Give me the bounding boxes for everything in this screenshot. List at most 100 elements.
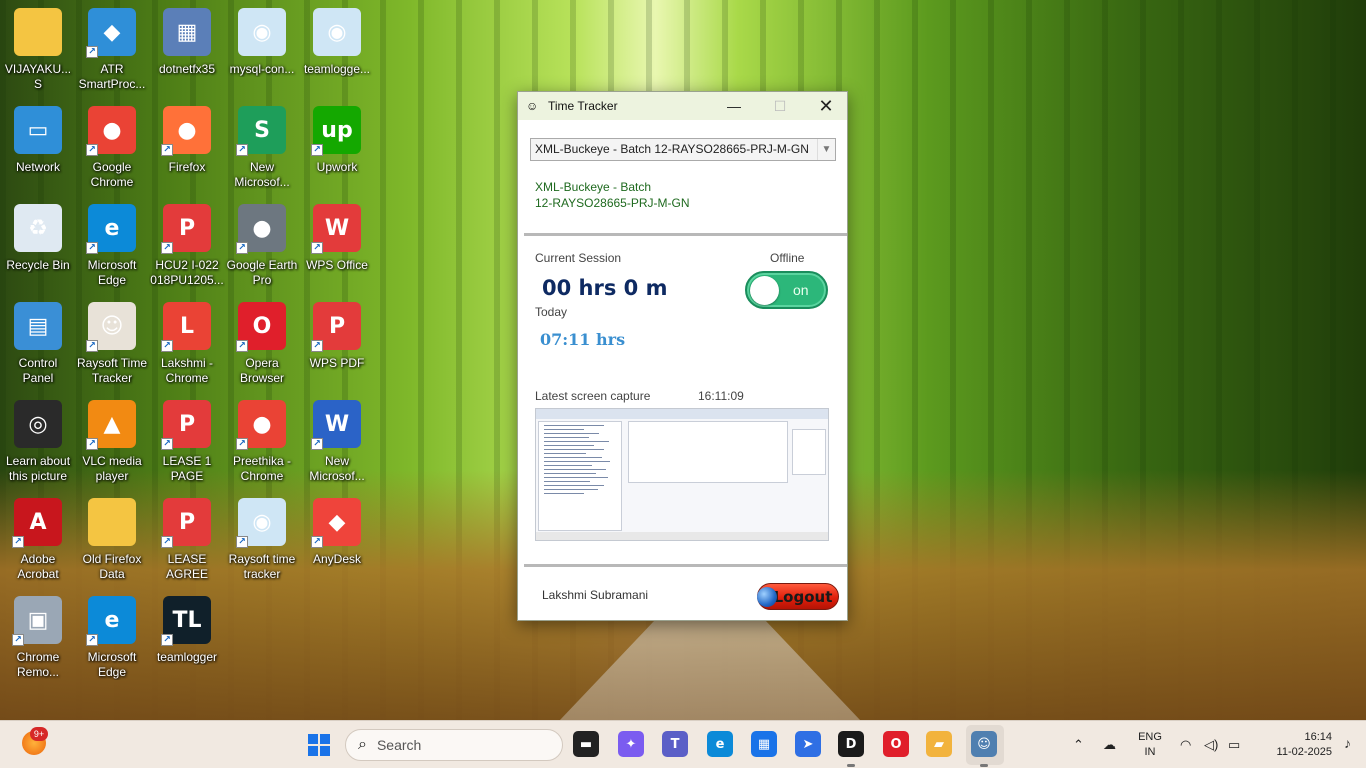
desktop-app-icon: TL ↗ [161, 596, 211, 646]
app-glyph-icon: ♻ [28, 215, 48, 241]
desktop-icon[interactable]: ♻ Recycle Bin [0, 204, 76, 300]
capture-time: 16:11:09 [698, 389, 744, 403]
desktop-icon[interactable]: ◆ ↗ AnyDesk [299, 498, 375, 594]
desktop-icon[interactable]: ▲ ↗ VLC media player [74, 400, 150, 496]
taskbar-file-explorer-icon[interactable]: ▰ [926, 731, 952, 757]
app-glyph-icon: ● [102, 117, 122, 143]
taskbar-opera-icon[interactable]: O [883, 731, 909, 757]
app-glyph-icon: ● [252, 215, 272, 241]
desktop-icon[interactable]: A ↗ Adobe Acrobat [0, 498, 76, 594]
desktop-icon-label: mysql-con... [229, 62, 295, 76]
today-time: 07:11 hrs [540, 330, 626, 349]
chevron-down-icon[interactable]: ▼ [817, 139, 835, 160]
shortcut-arrow-icon: ↗ [86, 438, 98, 450]
shortcut-arrow-icon: ↗ [161, 144, 173, 156]
desktop-app-icon: P ↗ [161, 204, 211, 254]
shortcut-arrow-icon: ↗ [311, 144, 323, 156]
desktop-app-icon: P ↗ [311, 302, 361, 352]
window-titlebar[interactable]: ☺ Time Tracker — ☐ ✕ [518, 92, 847, 120]
desktop-icon[interactable]: VIJAYAKU... S [0, 8, 76, 104]
desktop-icon[interactable]: O ↗ Opera Browser [224, 302, 300, 398]
desktop-icon-label: AnyDesk [312, 552, 362, 566]
notification-bell-icon[interactable]: ♪ [1344, 735, 1351, 751]
shortcut-arrow-icon: ↗ [161, 438, 173, 450]
desktop-icon[interactable]: ◉ mysql-con... [224, 8, 300, 104]
desktop-app-icon: ▣ ↗ [12, 596, 62, 646]
desktop-icon[interactable]: ▣ ↗ Chrome Remo... [0, 596, 76, 692]
desktop-icon[interactable]: ▭ Network [0, 106, 76, 202]
taskbar-task-view-icon[interactable]: ▬ [573, 731, 599, 757]
clock[interactable]: 16:14 11-02-2025 [1254, 730, 1332, 760]
desktop-icon[interactable]: ● ↗ Google Earth Pro [224, 204, 300, 300]
desktop-app-icon: ♻ [14, 204, 62, 252]
desktop-icon[interactable]: ◉ teamlogge... [299, 8, 375, 104]
desktop-icon[interactable]: ◉ ↗ Raysoft time tracker [224, 498, 300, 594]
app-glyph-icon: TL [172, 607, 202, 633]
desktop-icon[interactable]: e ↗ Microsoft Edge [74, 596, 150, 692]
desktop-icon[interactable]: S ↗ New Microsof... [224, 106, 300, 202]
shortcut-arrow-icon: ↗ [236, 536, 248, 548]
shortcut-arrow-icon: ↗ [86, 340, 98, 352]
app-glyph-icon: ◆ [103, 19, 121, 45]
thumbnail-side-panel [792, 429, 826, 475]
desktop-icon-label: VIJAYAKU... S [4, 62, 72, 91]
desktop-icon[interactable]: ● ↗ Preethika - Chrome [224, 400, 300, 496]
app-glyph-icon: W [324, 411, 350, 437]
tracking-toggle[interactable]: on [745, 271, 828, 309]
desktop-icon[interactable]: up ↗ Upwork [299, 106, 375, 202]
project-dropdown-value: XML-Buckeye - Batch 12-RAYSO28665-PRJ-M-… [535, 142, 809, 156]
clock-date: 11-02-2025 [1276, 746, 1332, 758]
wifi-icon[interactable]: ◠ [1180, 737, 1191, 753]
desktop-icon[interactable]: P ↗ LEASE 1 PAGE [149, 400, 225, 496]
shortcut-arrow-icon: ↗ [236, 144, 248, 156]
app-glyph-icon: ◆ [328, 509, 346, 535]
shortcut-arrow-icon: ↗ [86, 242, 98, 254]
desktop-app-icon: ● ↗ [161, 106, 211, 156]
toggle-state-label: on [793, 282, 809, 298]
desktop-app-icon: P ↗ [161, 498, 211, 548]
taskbar-store-icon[interactable]: ▦ [751, 731, 777, 757]
language-indicator[interactable]: ENG IN [1136, 730, 1164, 760]
onedrive-sync-icon[interactable]: ☁ [1103, 737, 1116, 753]
running-indicator [980, 764, 988, 767]
desktop-icon[interactable]: ▦ dotnetfx35 [149, 8, 225, 104]
desktop-icon[interactable]: ◎ Learn about this picture [0, 400, 76, 496]
taskbar-copilot-icon[interactable]: ✦ [618, 731, 644, 757]
desktop-icon[interactable]: P ↗ WPS PDF [299, 302, 375, 398]
show-hidden-icons-chevron-icon[interactable]: ⌃ [1073, 737, 1084, 753]
battery-icon[interactable]: ▭ [1228, 737, 1240, 753]
desktop-icon[interactable]: ◆ ↗ ATR SmartProc... [74, 8, 150, 104]
app-glyph-icon: P [178, 411, 196, 437]
desktop-icon[interactable]: ▤ Control Panel [0, 302, 76, 398]
desktop-icon[interactable]: ● ↗ Firefox [149, 106, 225, 202]
screen-capture-thumbnail[interactable] [535, 408, 829, 541]
desktop-icon[interactable]: e ↗ Microsoft Edge [74, 204, 150, 300]
desktop-icon[interactable]: W ↗ New Microsof... [299, 400, 375, 496]
desktop-icon[interactable]: P ↗ HCU2 I-022 018PU1205... [149, 204, 225, 300]
desktop-icon[interactable]: P ↗ LEASE AGREE [149, 498, 225, 594]
shortcut-arrow-icon: ↗ [86, 46, 98, 58]
logout-button[interactable]: Logout [757, 583, 839, 610]
taskbar-teams-icon[interactable]: T [662, 731, 688, 757]
start-button[interactable] [308, 734, 330, 756]
clock-time: 16:14 [1304, 731, 1332, 743]
desktop-icon[interactable]: L ↗ Lakshmi - Chrome [149, 302, 225, 398]
desktop-icon[interactable]: W ↗ WPS Office [299, 204, 375, 300]
desktop-icon[interactable]: Old Firefox Data [74, 498, 150, 594]
project-dropdown[interactable]: XML-Buckeye - Batch 12-RAYSO28665-PRJ-M-… [530, 138, 836, 161]
taskbar-search-box[interactable]: ⌕ Search [345, 729, 563, 761]
maximize-button[interactable]: ☐ [757, 92, 803, 120]
desktop-icon[interactable]: ☺ ↗ Raysoft Time Tracker [74, 302, 150, 398]
close-button[interactable]: ✕ [803, 92, 849, 120]
app-glyph-icon: A [29, 509, 47, 535]
desktop-icon[interactable]: ● ↗ Google Chrome [74, 106, 150, 202]
volume-icon[interactable]: ◁) [1204, 737, 1218, 753]
taskbar-dell-icon[interactable]: D [838, 731, 864, 757]
taskbar-time-tracker-icon[interactable]: ☺ [971, 731, 997, 757]
app-glyph-icon: P [178, 509, 196, 535]
shortcut-arrow-icon: ↗ [311, 536, 323, 548]
minimize-button[interactable]: — [711, 92, 757, 120]
desktop-icon[interactable]: TL ↗ teamlogger [149, 596, 225, 692]
taskbar-power-automate-icon[interactable]: ➤ [795, 731, 821, 757]
taskbar-edge-icon[interactable]: e [707, 731, 733, 757]
